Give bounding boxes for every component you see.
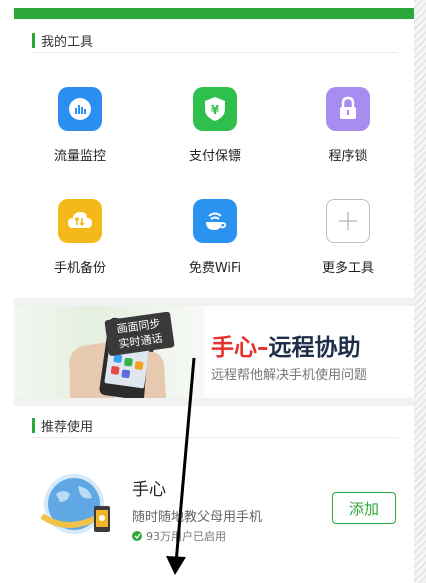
cloud-backup-icon: [58, 199, 102, 243]
section-divider: [14, 398, 414, 406]
right-edge-strip: [414, 0, 426, 583]
tool-phone-backup[interactable]: 手机备份: [30, 199, 130, 276]
tool-free-wifi[interactable]: 免费WiFi: [165, 199, 265, 276]
wifi-cup-icon: [193, 199, 237, 243]
plus-icon: [326, 199, 370, 243]
tool-traffic-monitor[interactable]: 流量监控: [30, 87, 130, 164]
tool-payment-guard[interactable]: ¥ 支付保镖: [165, 87, 265, 164]
remote-assist-app-icon: [40, 474, 110, 534]
app-description: 随时随地教父母用手机: [132, 510, 263, 525]
add-button[interactable]: 添加: [332, 492, 396, 524]
tool-more-tools[interactable]: 更多工具: [298, 199, 398, 276]
app-user-count: 93万用户已启用: [132, 528, 226, 544]
recommend-header: 推荐使用: [32, 414, 398, 438]
section-divider: [14, 298, 414, 306]
section-accent-bar: [32, 33, 35, 48]
tool-label: 手机备份: [53, 261, 106, 276]
app-name: 手心: [132, 480, 166, 500]
my-tools-header: 我的工具: [32, 29, 398, 53]
tool-label: 程序锁: [328, 149, 368, 164]
tool-label: 流量监控: [53, 149, 106, 164]
remote-assist-banner[interactable]: 画面同步 实时通话 手心–远程协助 远程帮他解决手机使用问题: [14, 306, 414, 398]
app-lock-icon: [326, 87, 370, 131]
top-green-bar: [14, 8, 414, 19]
traffic-monitor-icon: [58, 87, 102, 131]
banner-title-feature: 远程协助: [268, 335, 361, 361]
svg-text:¥: ¥: [211, 103, 220, 117]
check-icon: [132, 531, 142, 541]
section-accent-bar: [32, 418, 35, 433]
phone-in-hand-illustration: 画面同步 实时通话: [69, 312, 175, 398]
tool-label: 支付保镖: [188, 149, 241, 164]
banner-title-dash: –: [257, 335, 269, 361]
tool-label: 更多工具: [321, 261, 374, 276]
payment-shield-icon: ¥: [193, 87, 237, 131]
banner-title-brand: 手心: [211, 335, 257, 361]
tool-app-lock[interactable]: 程序锁: [298, 87, 398, 164]
section-title: 推荐使用: [41, 420, 94, 435]
tool-label: 免费WiFi: [188, 261, 242, 276]
banner-subtitle: 远程帮他解决手机使用问题: [211, 368, 368, 383]
banner-title: 手心–远程协助: [211, 328, 361, 362]
my-tools-panel: 我的工具 流量监控 ¥ 支付保镖 程序锁 手机备份 免费WiFi 更多工具: [14, 19, 414, 298]
section-title: 我的工具: [41, 35, 94, 50]
user-count-text: 93万用户已启用: [146, 530, 226, 543]
